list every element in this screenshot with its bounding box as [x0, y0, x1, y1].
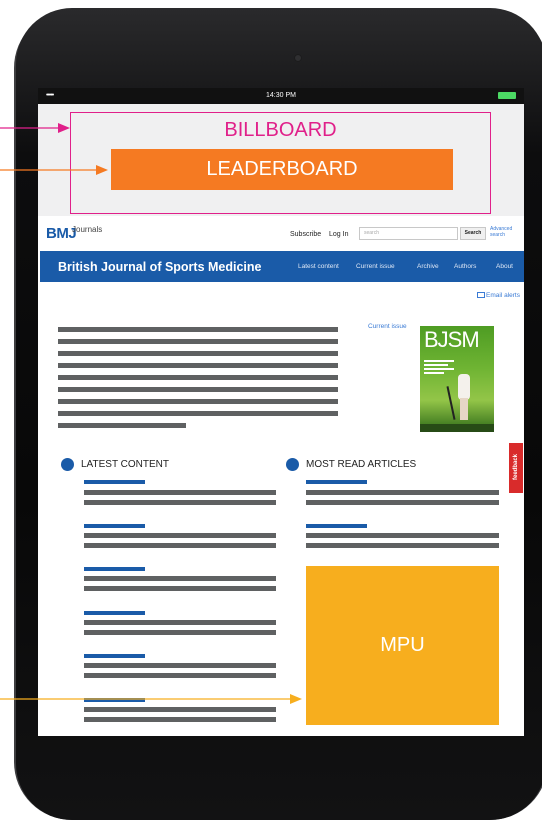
camera-icon: [294, 54, 302, 62]
text-line: [84, 717, 276, 722]
nav-authors[interactable]: Authors: [454, 263, 476, 270]
text-line: [84, 533, 276, 538]
golfer-shape: [458, 374, 470, 400]
golfer-legs-shape: [460, 398, 468, 420]
text-line: [84, 673, 276, 678]
article-title-line[interactable]: [84, 698, 145, 702]
text-line: [84, 500, 276, 505]
text-line: [84, 543, 276, 548]
cover-footer: [420, 424, 494, 432]
text-line: [58, 375, 338, 380]
search-button[interactable]: Search: [460, 227, 486, 240]
text-line: [306, 490, 499, 495]
text-line: [58, 339, 338, 344]
nav-about[interactable]: About: [496, 263, 513, 270]
text-line: [84, 490, 276, 495]
status-bar: ••••• 14:30 PM: [38, 88, 524, 104]
tablet-screen: ••••• 14:30 PM BILLBOARD LEADERBOARD BMJ…: [38, 88, 524, 736]
text-line: [58, 423, 186, 428]
email-alerts-link[interactable]: Email alerts: [477, 292, 520, 299]
site-header: BMJ Journals Subscribe Log In search Sea…: [38, 216, 524, 250]
journal-navbar: British Journal of Sports Medicine Lates…: [40, 251, 524, 282]
status-time: 14:30 PM: [266, 92, 296, 99]
cover-title: BJSM: [424, 327, 480, 352]
article-title-line[interactable]: [306, 480, 367, 484]
journal-cover-image[interactable]: BJSM: [420, 326, 494, 432]
article-title-line[interactable]: [84, 480, 145, 484]
article-title-line[interactable]: [84, 567, 145, 571]
text-line: [58, 327, 338, 332]
feedback-label: feedback: [513, 454, 519, 481]
mpu-ad[interactable]: MPU: [306, 566, 499, 725]
journal-title[interactable]: British Journal of Sports Medicine: [58, 260, 262, 274]
text-line: [306, 500, 499, 505]
text-line: [84, 586, 276, 591]
article-title-line[interactable]: [306, 524, 367, 528]
login-link[interactable]: Log In: [329, 231, 348, 238]
current-issue-link[interactable]: Current issue: [368, 323, 407, 330]
mail-icon: [477, 292, 486, 299]
golf-club-shape: [446, 386, 456, 420]
cover-text-lines: [424, 360, 454, 374]
text-line: [58, 351, 338, 356]
text-line: [84, 620, 276, 625]
ad-area: BILLBOARD LEADERBOARD: [38, 104, 524, 216]
latest-content-heading: LATEST CONTENT: [81, 459, 169, 470]
journals-label: Journals: [72, 225, 103, 234]
text-line: [306, 533, 499, 538]
leaderboard-ad[interactable]: LEADERBOARD: [111, 149, 453, 190]
feedback-tab[interactable]: feedback: [509, 443, 523, 493]
latest-content-icon: [61, 458, 74, 471]
billboard-label: BILLBOARD: [224, 119, 337, 141]
nav-archive[interactable]: Archive: [417, 263, 439, 270]
text-line: [84, 576, 276, 581]
text-line: [58, 411, 338, 416]
battery-icon: [498, 92, 516, 99]
search-input[interactable]: search: [359, 227, 458, 240]
advanced-search-link[interactable]: Advanced search: [490, 226, 524, 238]
text-line: [306, 543, 499, 548]
article-title-line[interactable]: [84, 654, 145, 658]
article-title-line[interactable]: [84, 611, 145, 615]
text-line: [84, 663, 276, 668]
nav-latest-content[interactable]: Latest content: [298, 263, 339, 270]
most-read-icon: [286, 458, 299, 471]
text-line: [58, 399, 338, 404]
email-alerts-label: Email alerts: [486, 292, 520, 299]
subscribe-link[interactable]: Subscribe: [290, 231, 321, 238]
article-title-line[interactable]: [84, 524, 145, 528]
text-line: [84, 630, 276, 635]
nav-current-issue[interactable]: Current issue: [356, 263, 395, 270]
text-line: [84, 707, 276, 712]
most-read-heading: MOST READ ARTICLES: [306, 459, 417, 470]
text-line: [58, 387, 338, 392]
text-line: [58, 363, 338, 368]
